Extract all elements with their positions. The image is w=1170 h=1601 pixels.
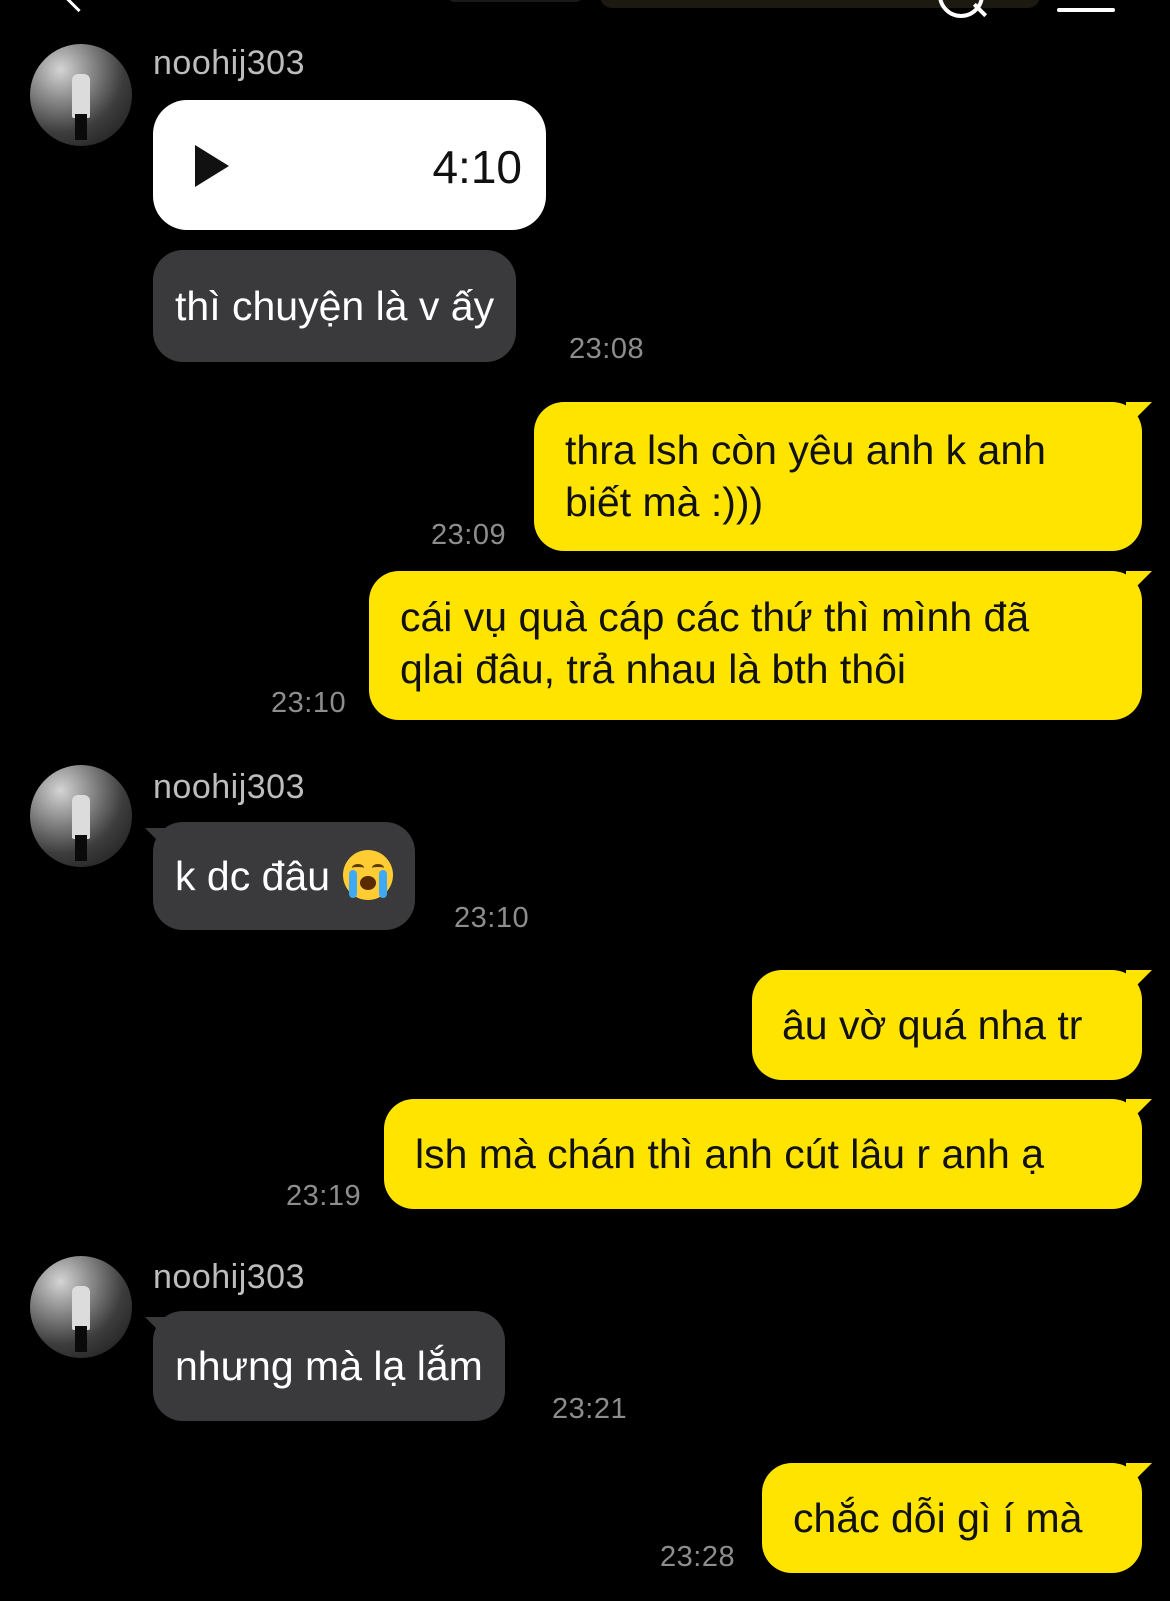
- outgoing-message-bubble[interactable]: chắc dỗi gì í mà: [762, 1463, 1152, 1573]
- outgoing-message-bubble[interactable]: cái vụ quà cáp các thứ thì mình đã qlai …: [369, 571, 1152, 720]
- message-text: thì chuyện là v ấy: [175, 283, 495, 329]
- message-timestamp: 23:19: [286, 1180, 362, 1212]
- message-text: âu vờ quá nha tr: [782, 1002, 1083, 1048]
- chevron-left-icon[interactable]: [60, 0, 97, 13]
- outgoing-message-bubble[interactable]: thra lsh còn yêu anh k anh biết mà :))): [534, 402, 1152, 551]
- message-timestamp: 23:21: [552, 1393, 628, 1425]
- avatar[interactable]: [30, 1256, 132, 1358]
- message-text: lsh mà chán thì anh cút lâu r anh ạ: [415, 1131, 1045, 1177]
- message-timestamp: 23:08: [569, 333, 645, 365]
- message-text-line: cái vụ quà cáp các thứ thì mình đã: [400, 594, 1030, 640]
- message-text-line: thra lsh còn yêu anh k anh: [565, 427, 1046, 473]
- crying-face-emoji: [343, 850, 394, 900]
- sender-name: noohij303: [153, 44, 305, 82]
- message-text: nhưng mà lạ lắm: [175, 1343, 483, 1389]
- voice-message[interactable]: 4:10: [153, 100, 546, 230]
- message-text: chắc dỗi gì í mà: [793, 1495, 1083, 1541]
- message-text: k dc đâu: [175, 853, 330, 899]
- voice-duration: 4:10: [432, 141, 522, 193]
- message-text-line: biết mà :))): [565, 479, 764, 525]
- play-icon[interactable]: [195, 145, 229, 187]
- chat-title: [445, 0, 585, 2]
- incoming-message-bubble[interactable]: k dc đâu: [144, 822, 416, 930]
- message-text-line: qlai đâu, trả nhau là bth thôi: [400, 646, 907, 692]
- avatar[interactable]: [30, 765, 132, 867]
- sender-name: noohij303: [153, 1258, 305, 1296]
- outgoing-message-bubble[interactable]: lsh mà chán thì anh cút lâu r anh ạ: [384, 1099, 1152, 1209]
- incoming-message-bubble[interactable]: thì chuyện là v ấy: [153, 250, 517, 362]
- top-bar: [0, 0, 1170, 20]
- incoming-message-bubble[interactable]: nhưng mà lạ lắm: [145, 1311, 505, 1421]
- message-timestamp: 23:09: [431, 519, 507, 551]
- avatar[interactable]: [30, 44, 132, 146]
- outgoing-message-bubble[interactable]: âu vờ quá nha tr: [752, 970, 1152, 1080]
- menu-icon[interactable]: [1057, 8, 1115, 12]
- message-timestamp: 23:28: [660, 1541, 736, 1573]
- message-timestamp: 23:10: [271, 687, 347, 719]
- message-timestamp: 23:10: [454, 902, 530, 934]
- sender-name: noohij303: [153, 768, 305, 806]
